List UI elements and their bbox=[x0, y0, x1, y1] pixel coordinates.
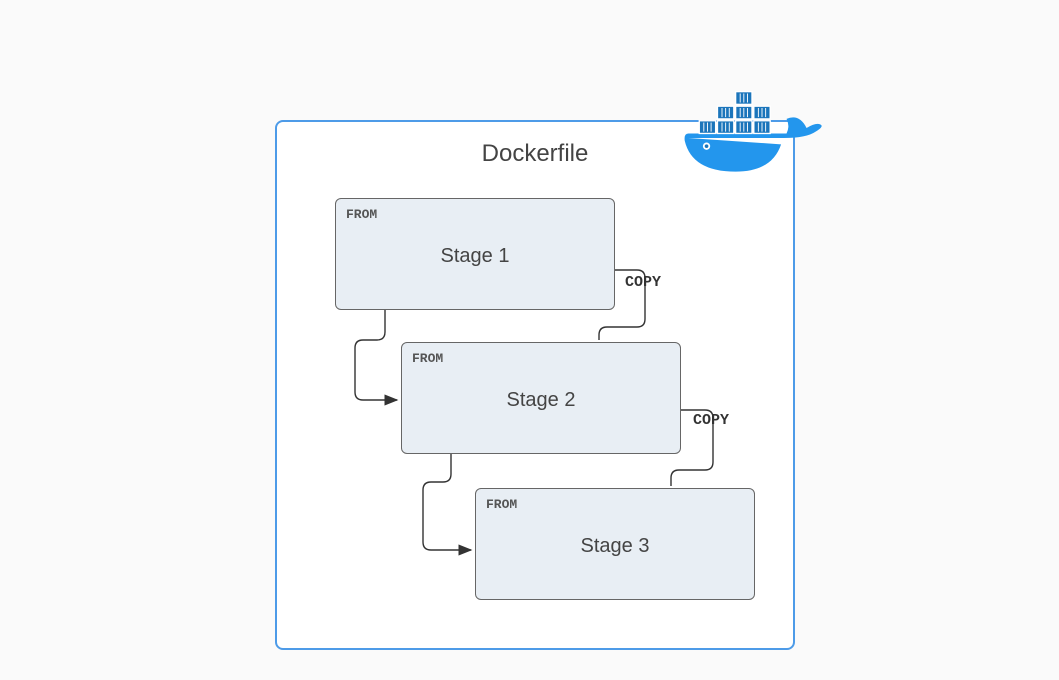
copy-label-2: COPY bbox=[693, 412, 729, 429]
stage-1-box: FROM Stage 1 bbox=[335, 198, 615, 310]
arrow-stage1-to-stage2 bbox=[355, 310, 397, 400]
copy-label-1: COPY bbox=[625, 274, 661, 291]
docker-whale-icon bbox=[677, 88, 827, 188]
stage-3-label: Stage 3 bbox=[581, 535, 650, 558]
stage-1-label: Stage 1 bbox=[441, 245, 510, 268]
stage-2-box: FROM Stage 2 bbox=[401, 342, 681, 454]
stage-2-label: Stage 2 bbox=[507, 389, 576, 412]
dockerfile-container: Dockerfile FROM Stage 1 FROM Stage 2 FRO… bbox=[275, 120, 795, 650]
stage-1-from-keyword: FROM bbox=[346, 207, 377, 222]
stage-2-from-keyword: FROM bbox=[412, 351, 443, 366]
stage-3-from-keyword: FROM bbox=[486, 497, 517, 512]
arrow-stage2-to-stage3 bbox=[423, 454, 471, 550]
stage-3-box: FROM Stage 3 bbox=[475, 488, 755, 600]
